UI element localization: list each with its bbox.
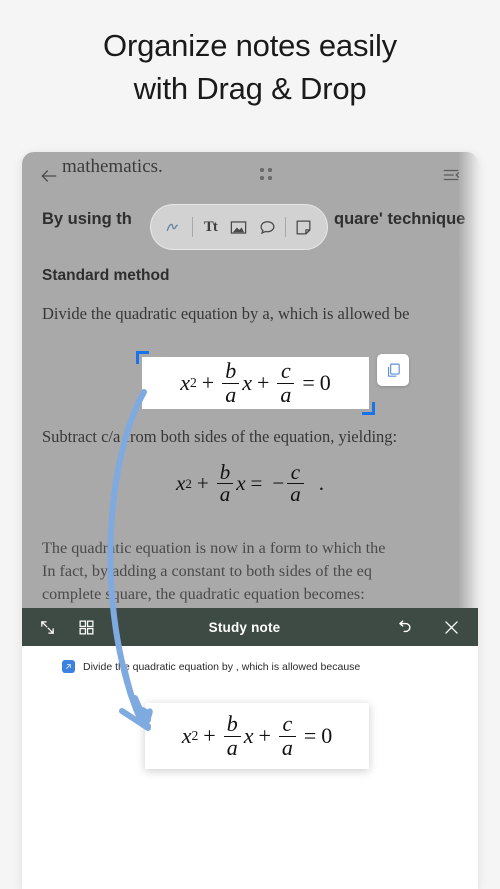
formula-expression: x2 + b a x + c a = 0 xyxy=(180,358,331,406)
selection-handle-top-left[interactable] xyxy=(136,351,149,364)
page-title: Organize notes easily with Drag & Drop xyxy=(0,24,500,110)
document-scroll-title: mathematics. xyxy=(62,156,163,177)
f2-equals: = xyxy=(250,471,263,496)
headline-line-1: Organize notes easily xyxy=(103,28,397,63)
f2-num-b: b xyxy=(219,460,231,484)
document-formula-2: x2 + b a x = − c a . xyxy=(22,460,478,506)
formula-2-expression: x2 + b a x = − c a . xyxy=(176,460,324,506)
f3-x: x xyxy=(181,723,192,748)
document-paragraph-2: Subtract c/a from both sides of the equa… xyxy=(42,427,397,447)
study-note-body: Divide the quadratic equation by , which… xyxy=(22,646,478,889)
f3-den-a-2: a xyxy=(278,735,296,759)
toolbar-divider-2 xyxy=(285,217,287,237)
dropped-formula-card[interactable]: x2 + b a x + c a = 0 xyxy=(145,703,369,769)
formula-plus-1: + xyxy=(201,370,215,395)
formula-plus-2: + xyxy=(256,370,270,395)
note-bar-right-group xyxy=(392,616,478,638)
formula-fraction-ba: b a xyxy=(222,358,240,406)
pen-scribble-icon[interactable] xyxy=(163,216,185,238)
document-header: mathematics. xyxy=(22,152,478,200)
f2-fraction-ba: b a xyxy=(216,460,234,506)
selected-formula-card[interactable]: x2 + b a x + c a = 0 xyxy=(142,357,369,409)
sticky-note-icon[interactable] xyxy=(293,216,315,238)
device-panel: mathematics. By using th quare' techniqu… xyxy=(22,152,478,889)
f3-zero: 0 xyxy=(321,723,333,748)
formula-exp: 2 xyxy=(189,375,197,390)
floating-format-toolbar[interactable]: Tt xyxy=(150,204,328,250)
drag-dots-icon[interactable] xyxy=(260,168,274,182)
f3-plus-1: + xyxy=(203,723,216,748)
f2-exp: 2 xyxy=(185,475,192,491)
f3-num-c: c xyxy=(282,711,293,737)
dropped-formula-expression: x2 + b a x + c a = 0 xyxy=(181,711,333,759)
speech-bubble-icon[interactable] xyxy=(257,216,279,238)
paragraph-2-text: Subtract c/a from both sides of the equa… xyxy=(42,427,398,446)
text-format-icon[interactable]: Tt xyxy=(199,216,221,238)
f3-num-b: b xyxy=(226,711,238,737)
f2-plus: + xyxy=(196,471,209,496)
intro-tail: quare' technique xyxy=(334,210,466,228)
intro-head: By using th xyxy=(42,210,132,228)
document-intro-tail: quare' technique xyxy=(334,210,465,229)
document-heading: Standard method xyxy=(42,267,170,284)
document-intro-line: By using th xyxy=(42,210,132,229)
document-paragraph-1: Divide the quadratic equation by a, whic… xyxy=(42,304,410,323)
grid-squares-icon[interactable] xyxy=(75,616,97,638)
close-icon[interactable] xyxy=(440,616,462,638)
note-bar-left-group xyxy=(22,616,97,638)
promo-screenshot: Organize notes easily with Drag & Drop m… xyxy=(0,0,500,889)
f3-fraction-ba: b a xyxy=(223,711,241,759)
f3-fraction-ca: c a xyxy=(278,711,296,759)
f2-period: . xyxy=(318,471,324,496)
study-note-toolbar: Study note xyxy=(22,608,478,646)
formula-zero: 0 xyxy=(319,370,331,395)
f3-equals: = xyxy=(303,723,317,748)
link-badge-icon xyxy=(62,660,75,673)
frac-num-c: c xyxy=(280,358,291,384)
formula-fraction-ca: c a xyxy=(277,358,295,406)
document-paragraph-3: The quadratic equation is now in a form … xyxy=(42,537,385,606)
document-view: mathematics. By using th quare' techniqu… xyxy=(22,152,478,608)
back-arrow-icon[interactable] xyxy=(38,166,60,186)
note-item-text: Divide the quadratic equation by , which… xyxy=(83,660,361,673)
f2-x-2: x xyxy=(236,471,246,496)
expand-arrows-icon[interactable] xyxy=(36,616,58,638)
menu-collapse-icon[interactable] xyxy=(440,166,462,184)
frac-den-a-2: a xyxy=(277,382,295,406)
f2-fraction-ca: c a xyxy=(287,460,304,506)
frac-den-a: a xyxy=(222,382,240,406)
f2-num-c: c xyxy=(290,460,301,484)
f3-exp: 2 xyxy=(191,728,199,743)
f2-x: x xyxy=(176,471,186,496)
f2-den-a-2: a xyxy=(287,483,304,505)
toolbar-divider-1 xyxy=(191,217,193,237)
note-list-item[interactable]: Divide the quadratic equation by , which… xyxy=(62,660,360,673)
image-icon[interactable] xyxy=(228,216,250,238)
selection-handle-bottom-right[interactable] xyxy=(362,402,375,415)
f3-plus-2: + xyxy=(258,723,271,748)
formula-x: x xyxy=(180,370,190,395)
formula-equals: = xyxy=(302,370,315,395)
headline-line-2: with Drag & Drop xyxy=(133,71,367,106)
study-note-title: Study note xyxy=(208,619,281,635)
paragraph-3-line-1: The quadratic equation is now in a form … xyxy=(42,539,386,557)
paragraph-3-line-3: complete square, the quadratic equation … xyxy=(42,585,365,603)
copy-icon[interactable] xyxy=(377,354,409,386)
f3-x-2: x xyxy=(243,723,254,748)
paragraph-3-line-2: In fact, by adding a constant to both si… xyxy=(42,562,372,580)
f3-den-a: a xyxy=(223,735,241,759)
frac-num-b: b xyxy=(225,358,237,384)
formula-x-2: x xyxy=(242,370,252,395)
f2-minus: − xyxy=(272,471,285,496)
f2-den-a: a xyxy=(216,483,234,505)
undo-icon[interactable] xyxy=(392,616,414,638)
